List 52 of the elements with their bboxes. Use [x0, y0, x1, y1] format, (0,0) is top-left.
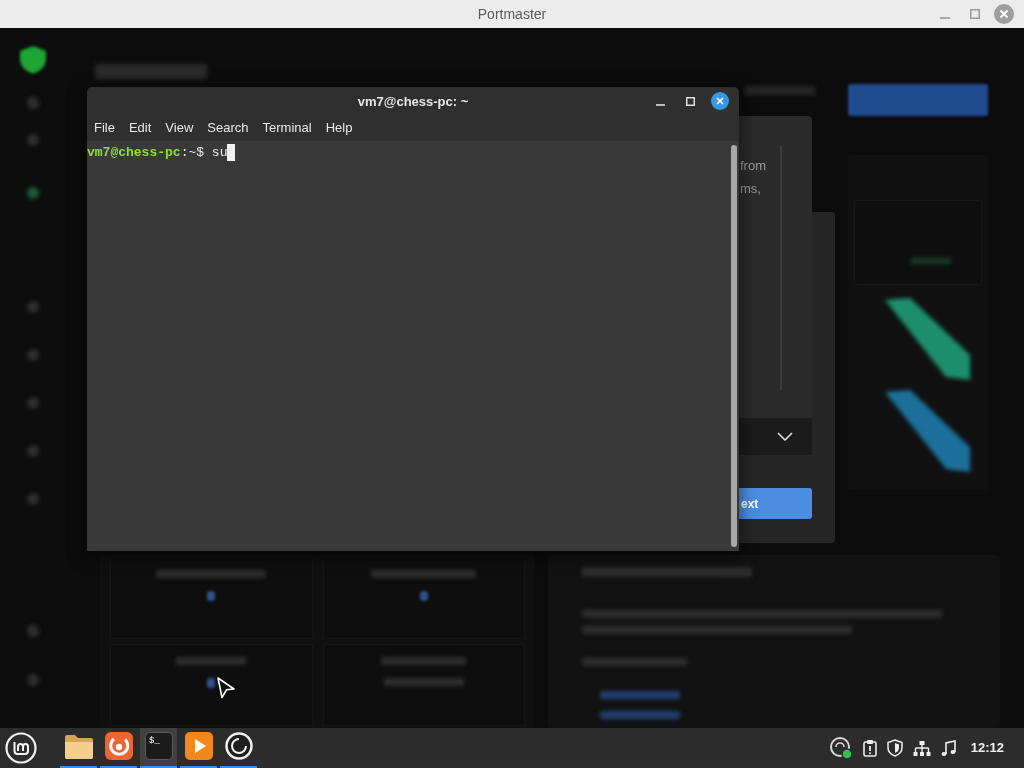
network-icon [912, 739, 931, 757]
menu-item[interactable]: Search [200, 118, 256, 138]
mouse-pointer-icon [216, 676, 236, 700]
browser-icon [104, 732, 133, 760]
list-text: ms, [740, 181, 761, 196]
menu-item[interactable]: Help [318, 118, 360, 138]
folder-icon [63, 734, 94, 760]
list-text: from [740, 158, 766, 173]
start-menu-button[interactable] [5, 732, 37, 764]
menu-item[interactable]: Edit [121, 118, 159, 138]
blurred-button[interactable] [848, 84, 988, 116]
maximize-icon [970, 9, 980, 19]
clock[interactable]: 12:12 [970, 738, 1004, 758]
blurred-icon[interactable] [26, 301, 39, 313]
terminal-title: vm7@chess-pc: ~ [357, 94, 469, 109]
close-icon [994, 4, 1014, 24]
close-icon [711, 92, 729, 110]
blurred-icon[interactable] [26, 397, 39, 409]
play-icon [184, 732, 213, 760]
blurred-icon[interactable] [26, 493, 39, 505]
minimize-icon [656, 104, 665, 106]
menu-item[interactable]: View [158, 118, 201, 138]
minimize-icon [940, 17, 950, 19]
command-line: vm7@chess-pc:~$ su [87, 144, 228, 161]
blurred-text [911, 258, 951, 264]
blurred-icon[interactable] [26, 445, 39, 457]
menu-item[interactable]: File [87, 118, 122, 138]
blurred-link[interactable] [600, 711, 680, 719]
blurred-text [745, 86, 815, 95]
taskbar-app-button[interactable]: $_ [140, 728, 177, 768]
blurred-icon[interactable] [26, 187, 39, 199]
shield-icon [17, 45, 48, 75]
circle-logo-icon [5, 732, 37, 764]
blurred-link[interactable] [600, 691, 680, 699]
music-note-icon [940, 739, 957, 757]
ring-status-icon [828, 736, 853, 760]
window-title: Portmaster [477, 6, 547, 22]
ring-icon [224, 732, 253, 760]
shield-icon [886, 739, 903, 757]
minimize-button[interactable] [940, 17, 950, 19]
menu-item[interactable]: Terminal [255, 118, 319, 138]
blurred-icon[interactable] [26, 97, 39, 109]
chevron-down-icon [777, 432, 793, 441]
blurred-icon[interactable] [26, 349, 39, 361]
blurred-text [176, 657, 247, 665]
blurred-icon[interactable] [26, 134, 39, 146]
close-button[interactable] [711, 92, 729, 110]
blurred-icon[interactable] [26, 674, 39, 686]
maximize-icon [686, 96, 695, 106]
clipboard-icon [862, 739, 877, 757]
terminal-icon: $_ [144, 732, 173, 760]
blurred-icon[interactable] [26, 625, 39, 637]
